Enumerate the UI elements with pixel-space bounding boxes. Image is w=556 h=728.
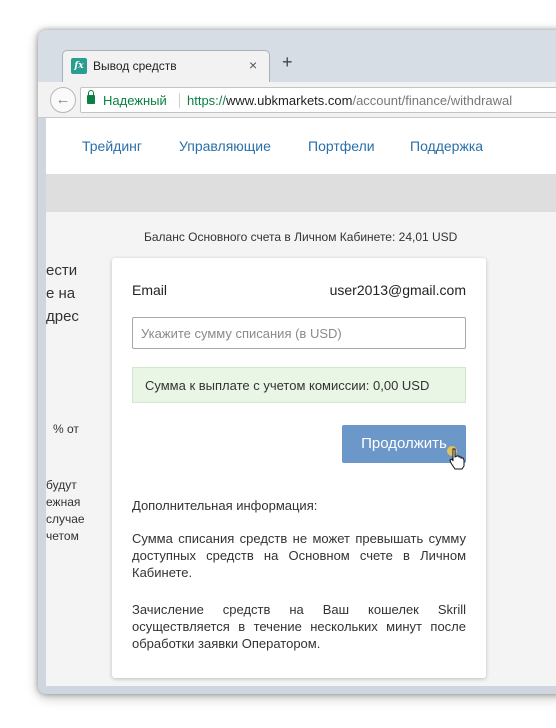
email-label: Email [132,282,168,298]
side-text: ежная [46,495,81,509]
email-value: user2013@gmail.com [329,282,466,298]
back-arrow-icon[interactable]: ← [50,87,76,113]
close-tab-icon[interactable]: × [249,57,257,73]
browser-tab[interactable]: fx Вывод средств × [62,50,270,82]
browser-toolbar: ← Надежный https://www.ubkmarkets.com/ac… [38,82,556,118]
site-nav: Трейдинг Управляющие Портфели Поддержка [46,118,556,174]
side-text: будут [46,478,77,492]
nav-item-portfolios[interactable]: Портфели [308,138,375,154]
new-tab-icon[interactable]: + [282,52,293,73]
withdrawal-form-card: Email user2013@gmail.com Сумма к выплате… [112,258,486,678]
nav-item-managers[interactable]: Управляющие [179,138,271,154]
side-text: е на [46,285,76,302]
url-path: /account/finance/withdrawal [352,93,513,108]
site-favicon-icon: fx [71,58,87,74]
info-paragraph: Сумма списания средств не может превышат… [132,531,466,580]
commission-box: Сумма к выплате с учетом комиссии: 0,00 … [132,367,466,403]
nav-item-trading[interactable]: Трейдинг [82,138,142,154]
url-host: www.ubkmarkets.com [226,93,353,108]
balance-text: Баланс Основного счета в Личном Кабинете… [144,230,458,244]
side-text: % от [53,422,79,436]
lock-icon [87,90,95,104]
secure-label: Надежный [103,93,167,108]
tab-strip: fx Вывод средств × + [38,30,556,82]
nav-item-support[interactable]: Поддержка [410,138,483,154]
submenu-bar [46,174,556,212]
hand-cursor-icon [447,446,465,470]
info-title: Дополнительная информация: [132,498,318,513]
address-divider [179,93,180,108]
address-bar[interactable]: Надежный https://www.ubkmarkets.com/acco… [80,87,556,113]
browser-window: fx Вывод средств × + ← Надежный https://… [38,30,556,694]
info-paragraph: Зачисление средств на Ваш кошелек Skrill… [132,602,466,651]
url-text[interactable]: https://www.ubkmarkets.com/account/finan… [187,93,512,108]
side-text: случае [46,512,85,526]
side-text: четом [46,529,79,543]
url-scheme: https:// [187,93,227,108]
commission-text: Сумма к выплате с учетом комиссии: 0,00 … [145,378,430,393]
page-content: Трейдинг Управляющие Портфели Поддержка … [46,118,556,686]
amount-input[interactable] [132,317,466,349]
tab-title: Вывод средств [93,59,177,73]
side-text: дрес [46,308,79,325]
side-text: ести [46,262,78,279]
